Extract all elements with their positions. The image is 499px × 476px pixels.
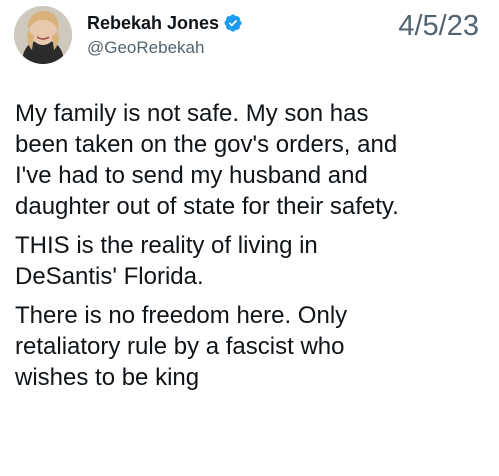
- tweet-paragraph: My family is not safe. My son has been t…: [15, 98, 490, 222]
- name-row: Rebekah Jones: [87, 12, 243, 34]
- tweet-line: daughter out of state for their safety.: [15, 193, 399, 220]
- verified-badge-icon: [223, 13, 243, 33]
- user-handle[interactable]: @GeoRebekah: [87, 38, 243, 58]
- tweet-line: wishes to be king: [15, 364, 200, 391]
- tweet-text: My family is not safe. My son has been t…: [15, 98, 490, 401]
- profile-photo-icon: [14, 6, 72, 64]
- tweet-line: THIS is the reality of living in: [15, 232, 318, 259]
- author-block: Rebekah Jones @GeoRebekah: [87, 12, 243, 58]
- tweet-paragraph: There is no freedom here. Only retaliato…: [15, 300, 490, 393]
- tweet-line: DeSantis' Florida.: [15, 263, 204, 290]
- tweet-card: Rebekah Jones @GeoRebekah 4/5/23 My fami…: [0, 0, 499, 476]
- tweet-paragraph: THIS is the reality of living in DeSanti…: [15, 230, 490, 292]
- tweet-line: My family is not safe. My son has: [15, 100, 369, 127]
- tweet-line: retaliatory rule by a fascist who: [15, 333, 345, 360]
- tweet-date: 4/5/23: [398, 10, 479, 42]
- avatar[interactable]: [14, 6, 72, 64]
- tweet-line: been taken on the gov's orders, and: [15, 131, 398, 158]
- display-name[interactable]: Rebekah Jones: [87, 13, 219, 34]
- tweet-line: There is no freedom here. Only: [15, 302, 348, 329]
- tweet-line: I've had to send my husband and: [15, 162, 368, 189]
